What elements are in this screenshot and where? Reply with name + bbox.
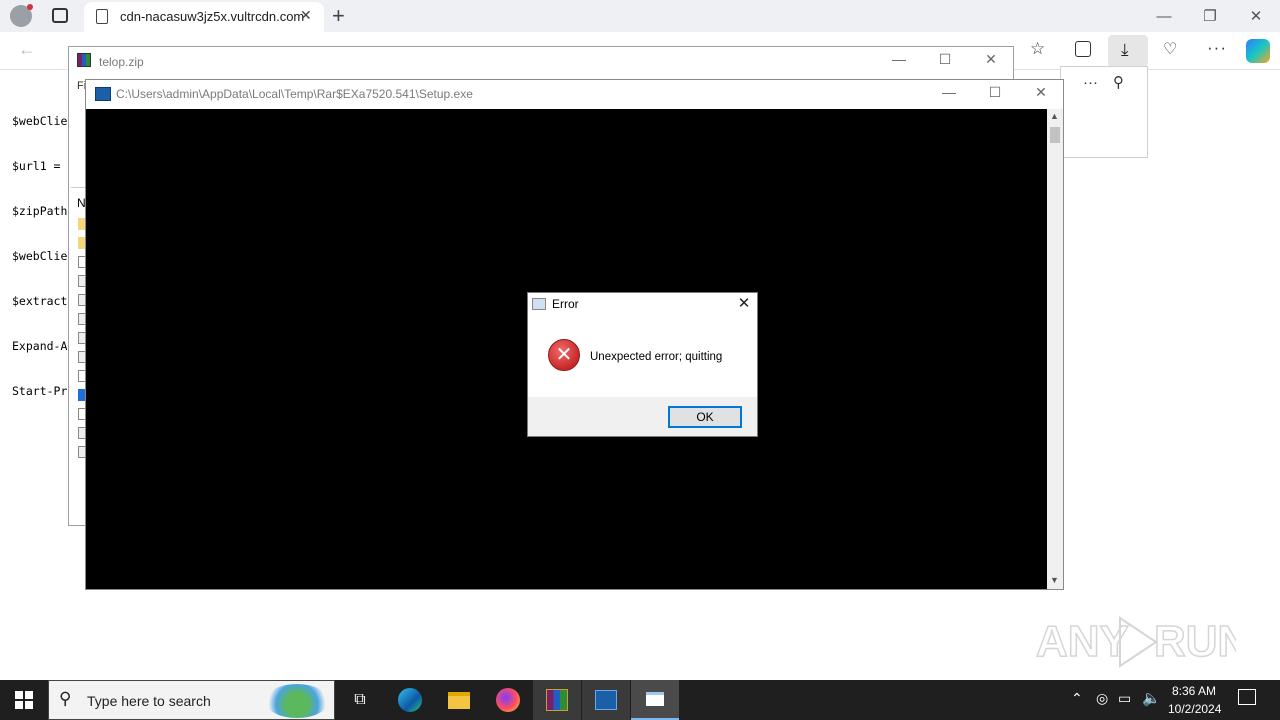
browser-tabstrip: cdn-nacasuw3jz5x.vultrcdn.com ✕ + — ❐ ✕ [0, 0, 1280, 32]
edge-logo [398, 688, 422, 712]
error-message: Unexpected error; quitting [590, 351, 723, 363]
show-hidden-icons-icon[interactable]: ⌃ [1071, 690, 1083, 707]
taskbar-search-box[interactable]: ⚲ Type here to search [48, 680, 335, 720]
anyrun-watermark: ANY RUN [1035, 612, 1250, 672]
script-code-block: $webClie $url1 = $zipPath $webClie $extr… [12, 84, 67, 414]
tab-close-icon[interactable]: ✕ [300, 7, 312, 24]
scroll-thumb[interactable] [1050, 127, 1060, 143]
volume-icon[interactable]: 🔈 [1142, 689, 1161, 707]
clock-date[interactable]: 10/2/2024 [1168, 702, 1221, 716]
file-explorer-taskbar-icon[interactable] [435, 680, 483, 720]
more-icon[interactable]: ··· [1207, 38, 1227, 58]
workspaces-icon[interactable] [52, 8, 68, 23]
copilot-icon[interactable] [1246, 39, 1270, 63]
winrar-title: telop.zip [99, 55, 144, 69]
clock-time[interactable]: 8:36 AM [1172, 684, 1216, 698]
code-line: $url1 = [12, 159, 61, 173]
console-app-icon [95, 87, 111, 101]
favorites-icon[interactable]: ☆ [1030, 39, 1045, 59]
svg-text:RUN: RUN [1154, 617, 1236, 666]
code-line: $extract [12, 294, 68, 308]
browser-minimize-button[interactable]: — [1141, 8, 1187, 25]
console-scrollbar[interactable]: ▲ ▼ [1047, 109, 1063, 589]
console-minimize-button[interactable]: — [926, 84, 972, 100]
downloads-flyout: ··· ⚲ [1060, 66, 1148, 158]
network-icon[interactable]: ▭ [1118, 690, 1131, 707]
dialog-close-button[interactable]: ✕ [731, 294, 757, 314]
downloads-icon: ⤓ [1121, 40, 1129, 59]
collections-icon[interactable] [1075, 41, 1091, 57]
new-tab-button[interactable]: + [332, 3, 345, 29]
search-placeholder: Type here to search [87, 693, 211, 709]
code-line: $webClie [12, 249, 68, 263]
error-dialog: Error ✕ ✕ Unexpected error; quitting OK [527, 292, 758, 437]
start-button[interactable] [0, 680, 48, 720]
svg-text:ANY: ANY [1036, 617, 1129, 666]
taskbar: ⚲ Type here to search ⧉ ⌃ ◎ ▭ 🔈 8:36 AM … [0, 680, 1280, 720]
code-line: $webClie [12, 114, 68, 128]
scroll-down-icon[interactable]: ▼ [1050, 575, 1059, 585]
winrar-maximize-button[interactable]: ☐ [922, 51, 968, 68]
dialog-app-icon [532, 298, 546, 310]
profile-avatar[interactable] [10, 4, 33, 27]
console-maximize-button[interactable]: ☐ [972, 84, 1018, 101]
task-view-icon[interactable]: ⧉ [336, 680, 384, 720]
firefox-taskbar-icon[interactable] [484, 680, 532, 720]
code-line: Start-Pr [12, 384, 68, 398]
error-icon: ✕ [548, 339, 580, 371]
code-line: $zipPath [12, 204, 68, 218]
edge-taskbar-icon[interactable] [386, 680, 434, 720]
winrar-close-button[interactable]: ✕ [968, 51, 1014, 68]
browser-restore-button[interactable]: ❐ [1187, 7, 1233, 25]
console-close-button[interactable]: ✕ [1018, 84, 1064, 101]
downloads-button[interactable]: ⤓ [1108, 35, 1148, 67]
search-highlight-icon [265, 684, 329, 718]
browser-close-button[interactable]: ✕ [1233, 7, 1279, 25]
search-icon: ⚲ [59, 689, 72, 708]
setup-taskbar-icon[interactable] [582, 680, 630, 720]
console-taskbar-icon[interactable] [631, 680, 679, 720]
notifications-icon[interactable] [1238, 689, 1256, 705]
windows-logo-icon [15, 691, 33, 709]
meet-now-icon[interactable]: ◎ [1096, 690, 1108, 707]
folder-icon [448, 691, 470, 709]
firefox-logo [496, 688, 520, 712]
tab-title: cdn-nacasuw3jz5x.vultrcdn.com [120, 9, 305, 24]
console-title: C:\Users\admin\AppData\Local\Temp\Rar$EX… [116, 87, 473, 101]
page-icon [96, 9, 108, 24]
winrar-logo [546, 689, 568, 711]
anyrun-logo: ANY RUN [1035, 616, 1250, 668]
code-line: Expand-A [12, 339, 68, 353]
winrar-minimize-button[interactable]: — [876, 51, 922, 67]
pin-icon[interactable]: ⚲ [1113, 73, 1124, 91]
notification-dot [27, 4, 33, 10]
more-options-icon[interactable]: ··· [1083, 74, 1098, 91]
ok-button[interactable]: OK [668, 406, 742, 428]
winrar-taskbar-icon[interactable] [533, 680, 581, 720]
scroll-up-icon[interactable]: ▲ [1050, 111, 1059, 121]
health-icon[interactable]: ♡ [1163, 39, 1177, 59]
console-logo [646, 692, 664, 706]
winrar-app-icon [77, 53, 91, 67]
setup-logo [595, 690, 617, 710]
dialog-title: Error [552, 297, 579, 311]
back-icon[interactable]: ← [18, 39, 36, 60]
